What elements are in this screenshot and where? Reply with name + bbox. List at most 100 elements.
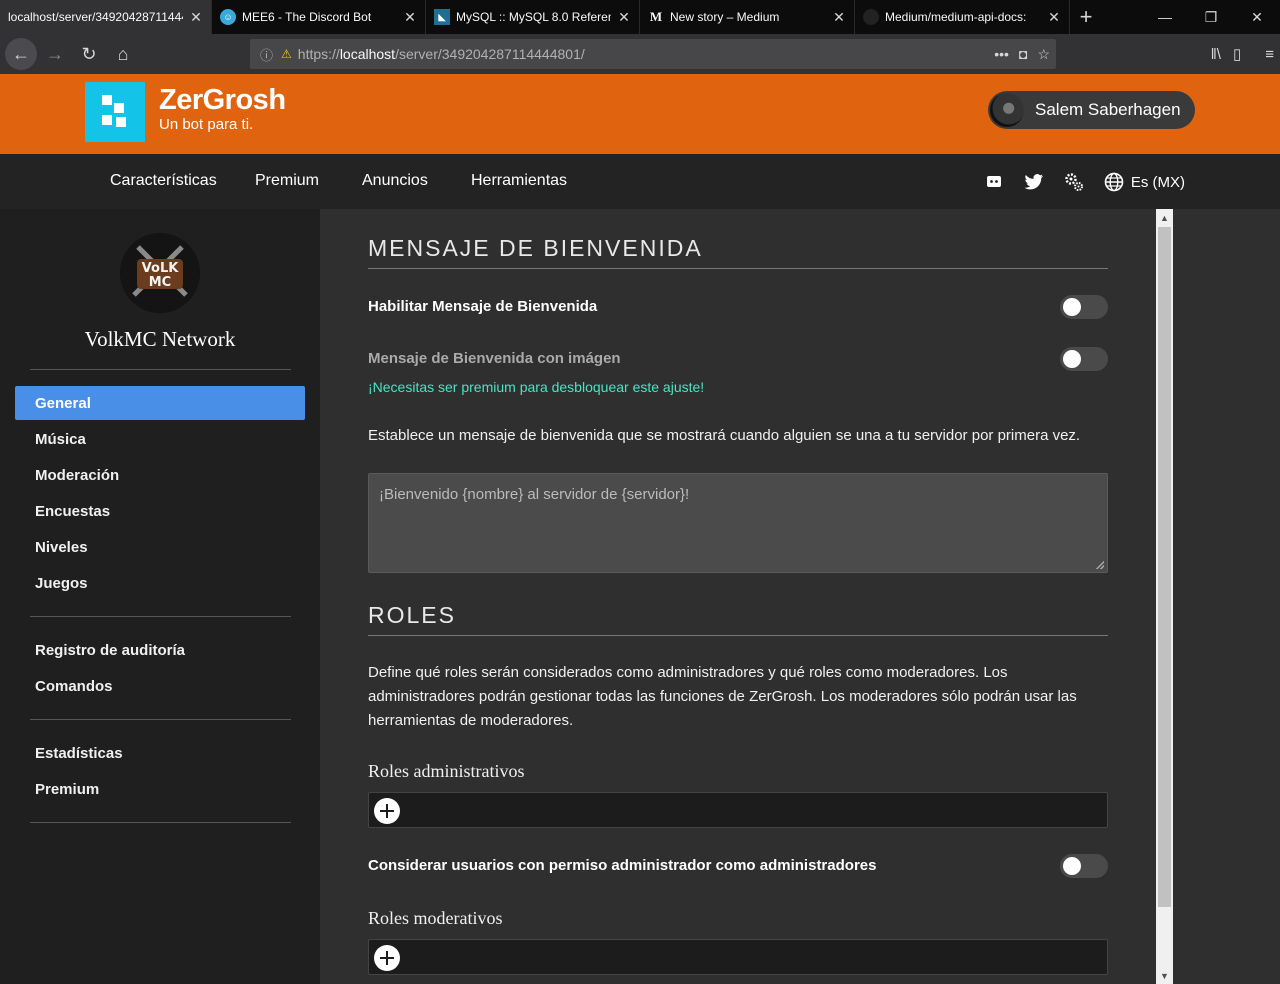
url-path: /server/349204287114444801/ — [395, 46, 585, 62]
tab-github[interactable]: Medium/medium-api-docs: ✕ — [855, 0, 1070, 34]
info-icon[interactable]: ⓘ — [260, 45, 273, 64]
site-nav: Características Premium Anuncios Herrami… — [0, 154, 1280, 209]
tab-medium[interactable]: M New story – Medium ✕ — [640, 0, 855, 34]
site-header: ZerGrosh Un bot para ti. Salem Saberhage… — [0, 74, 1280, 154]
sidebar: VoLK MC VolkMC Network General Música Mo… — [0, 209, 320, 984]
home-icon[interactable]: ⌂ — [107, 38, 139, 70]
close-icon[interactable]: ✕ — [832, 9, 846, 26]
divider — [368, 268, 1108, 269]
brand-tagline: Un bot para ti. — [159, 116, 254, 133]
brand[interactable]: ZerGrosh Un bot para ti. — [159, 84, 286, 133]
divider — [30, 822, 291, 823]
close-window-icon[interactable]: ✕ — [1234, 0, 1280, 34]
svg-text:VoLK: VoLK — [142, 261, 180, 276]
language-selector[interactable]: Es (MX) — [1131, 174, 1185, 191]
sidebar-item-niveles[interactable]: Niveles — [15, 530, 305, 564]
sidebar-item-premium[interactable]: Premium — [15, 772, 305, 806]
admin-perm-label: Considerar usuarios con permiso administ… — [368, 857, 877, 874]
sidebar-item-general[interactable]: General — [15, 386, 305, 420]
forward-icon[interactable]: → — [39, 38, 71, 70]
section-title-welcome: MENSAJE DE BIENVENIDA — [368, 235, 703, 261]
nav-caracteristicas[interactable]: Características — [110, 172, 217, 190]
minimize-icon[interactable]: — — [1142, 0, 1188, 34]
user-menu[interactable]: Salem Saberhagen — [988, 91, 1195, 129]
welcome-image-label: Mensaje de Bienvenida con imágen — [368, 350, 621, 367]
sidebar-item-estadisticas[interactable]: Estadísticas — [15, 736, 305, 770]
scroll-down-icon[interactable]: ▼ — [1156, 967, 1173, 984]
scrollbar[interactable]: ▲ ▼ — [1156, 209, 1173, 984]
window-controls: — ❐ ✕ — [1142, 0, 1280, 34]
mee6-icon: ☺ — [220, 9, 236, 25]
divider — [30, 616, 291, 617]
sidebar-item-juegos[interactable]: Juegos — [15, 566, 305, 600]
add-admin-role-icon[interactable] — [374, 798, 400, 824]
medium-icon: M — [649, 9, 663, 24]
scroll-up-icon[interactable]: ▲ — [1156, 209, 1173, 226]
browser-tab-bar: localhost/server/349204287114444 ✕ ☺ MEE… — [0, 0, 1280, 34]
nav-premium[interactable]: Premium — [255, 172, 319, 190]
mysql-icon: ◣ — [434, 9, 450, 25]
welcome-message-placeholder: ¡Bienvenido {nombre} al servidor de {ser… — [379, 486, 690, 503]
close-icon[interactable]: ✕ — [1047, 9, 1061, 26]
tab-title: New story – Medium — [670, 10, 780, 24]
gears-icon[interactable] — [1063, 171, 1085, 193]
enable-welcome-toggle[interactable] — [1060, 295, 1108, 319]
server-icon: VoLK MC — [120, 233, 200, 313]
admin-perm-toggle[interactable] — [1060, 854, 1108, 878]
mod-roles-title: Roles moderativos — [368, 908, 503, 928]
sidebar-item-registro-auditoria[interactable]: Registro de auditoría — [15, 633, 305, 667]
svg-text:MC: MC — [149, 275, 171, 290]
mod-roles-field[interactable] — [368, 939, 1108, 975]
divider — [30, 369, 291, 370]
back-icon[interactable]: ← — [5, 38, 37, 70]
more-actions-icon[interactable]: ••• — [994, 46, 1009, 62]
library-icon[interactable]: ‖\ — [1211, 46, 1221, 63]
tab-title: MEE6 - The Discord Bot — [242, 10, 372, 24]
sidebar-toggle-icon[interactable]: ▯ — [1233, 45, 1241, 63]
bookmark-star-icon[interactable]: ☆ — [1037, 46, 1050, 63]
sidebar-item-moderacion[interactable]: Moderación — [15, 458, 305, 492]
menu-icon[interactable]: ≡ — [1265, 46, 1274, 63]
tab-title: Medium/medium-api-docs: — [885, 10, 1027, 24]
premium-required-note[interactable]: ¡Necesitas ser premium para desbloquear … — [368, 379, 704, 395]
tab-mysql[interactable]: ◣ MySQL :: MySQL 8.0 Referenc ✕ — [426, 0, 640, 34]
resize-handle-icon[interactable] — [1096, 561, 1104, 569]
insecure-lock-icon[interactable]: ⚠ — [281, 47, 292, 61]
nav-anuncios[interactable]: Anuncios — [362, 172, 428, 190]
welcome-description: Establece un mensaje de bienvenida que s… — [368, 427, 1081, 444]
divider — [30, 719, 291, 720]
twitter-icon[interactable] — [1023, 171, 1045, 193]
restore-icon[interactable]: ❐ — [1188, 0, 1234, 34]
sidebar-item-musica[interactable]: Música — [15, 422, 305, 456]
section-title-roles: ROLES — [368, 602, 456, 628]
scrollbar-thumb[interactable] — [1158, 227, 1171, 907]
roles-description: Define qué roles serán considerados como… — [368, 664, 1077, 729]
pocket-icon[interactable]: ◘ — [1019, 46, 1027, 62]
user-name: Salem Saberhagen — [1035, 100, 1181, 119]
close-icon[interactable]: ✕ — [189, 9, 203, 26]
nav-herramientas[interactable]: Herramientas — [471, 172, 567, 190]
close-icon[interactable]: ✕ — [403, 9, 417, 26]
welcome-image-toggle[interactable] — [1060, 347, 1108, 371]
reload-icon[interactable]: ↻ — [73, 38, 105, 70]
discord-icon[interactable] — [983, 171, 1005, 193]
brand-name: ZerGrosh — [159, 84, 286, 116]
zergrosh-logo-icon[interactable] — [85, 82, 145, 142]
globe-icon[interactable] — [1103, 171, 1125, 193]
avatar — [990, 93, 1024, 127]
main-content[interactable]: MENSAJE DE BIENVENIDA Habilitar Mensaje … — [320, 209, 1156, 984]
tab-title: localhost/server/349204287114444 — [8, 10, 183, 24]
page-gutter — [1173, 209, 1280, 984]
add-mod-role-icon[interactable] — [374, 945, 400, 971]
sidebar-item-encuestas[interactable]: Encuestas — [15, 494, 305, 528]
server-name: VolkMC Network — [84, 327, 236, 351]
new-tab-button[interactable]: + — [1070, 0, 1102, 34]
url-bar[interactable]: ⓘ ⚠ https://localhost/server/34920428711… — [250, 39, 1056, 69]
tab-localhost[interactable]: localhost/server/349204287114444 ✕ — [0, 0, 212, 34]
sidebar-item-comandos[interactable]: Comandos — [15, 669, 305, 703]
divider — [368, 635, 1108, 636]
admin-roles-field[interactable] — [368, 792, 1108, 828]
tab-mee6[interactable]: ☺ MEE6 - The Discord Bot ✕ — [212, 0, 426, 34]
welcome-message-input[interactable]: ¡Bienvenido {nombre} al servidor de {ser… — [368, 473, 1108, 573]
close-icon[interactable]: ✕ — [617, 9, 631, 26]
